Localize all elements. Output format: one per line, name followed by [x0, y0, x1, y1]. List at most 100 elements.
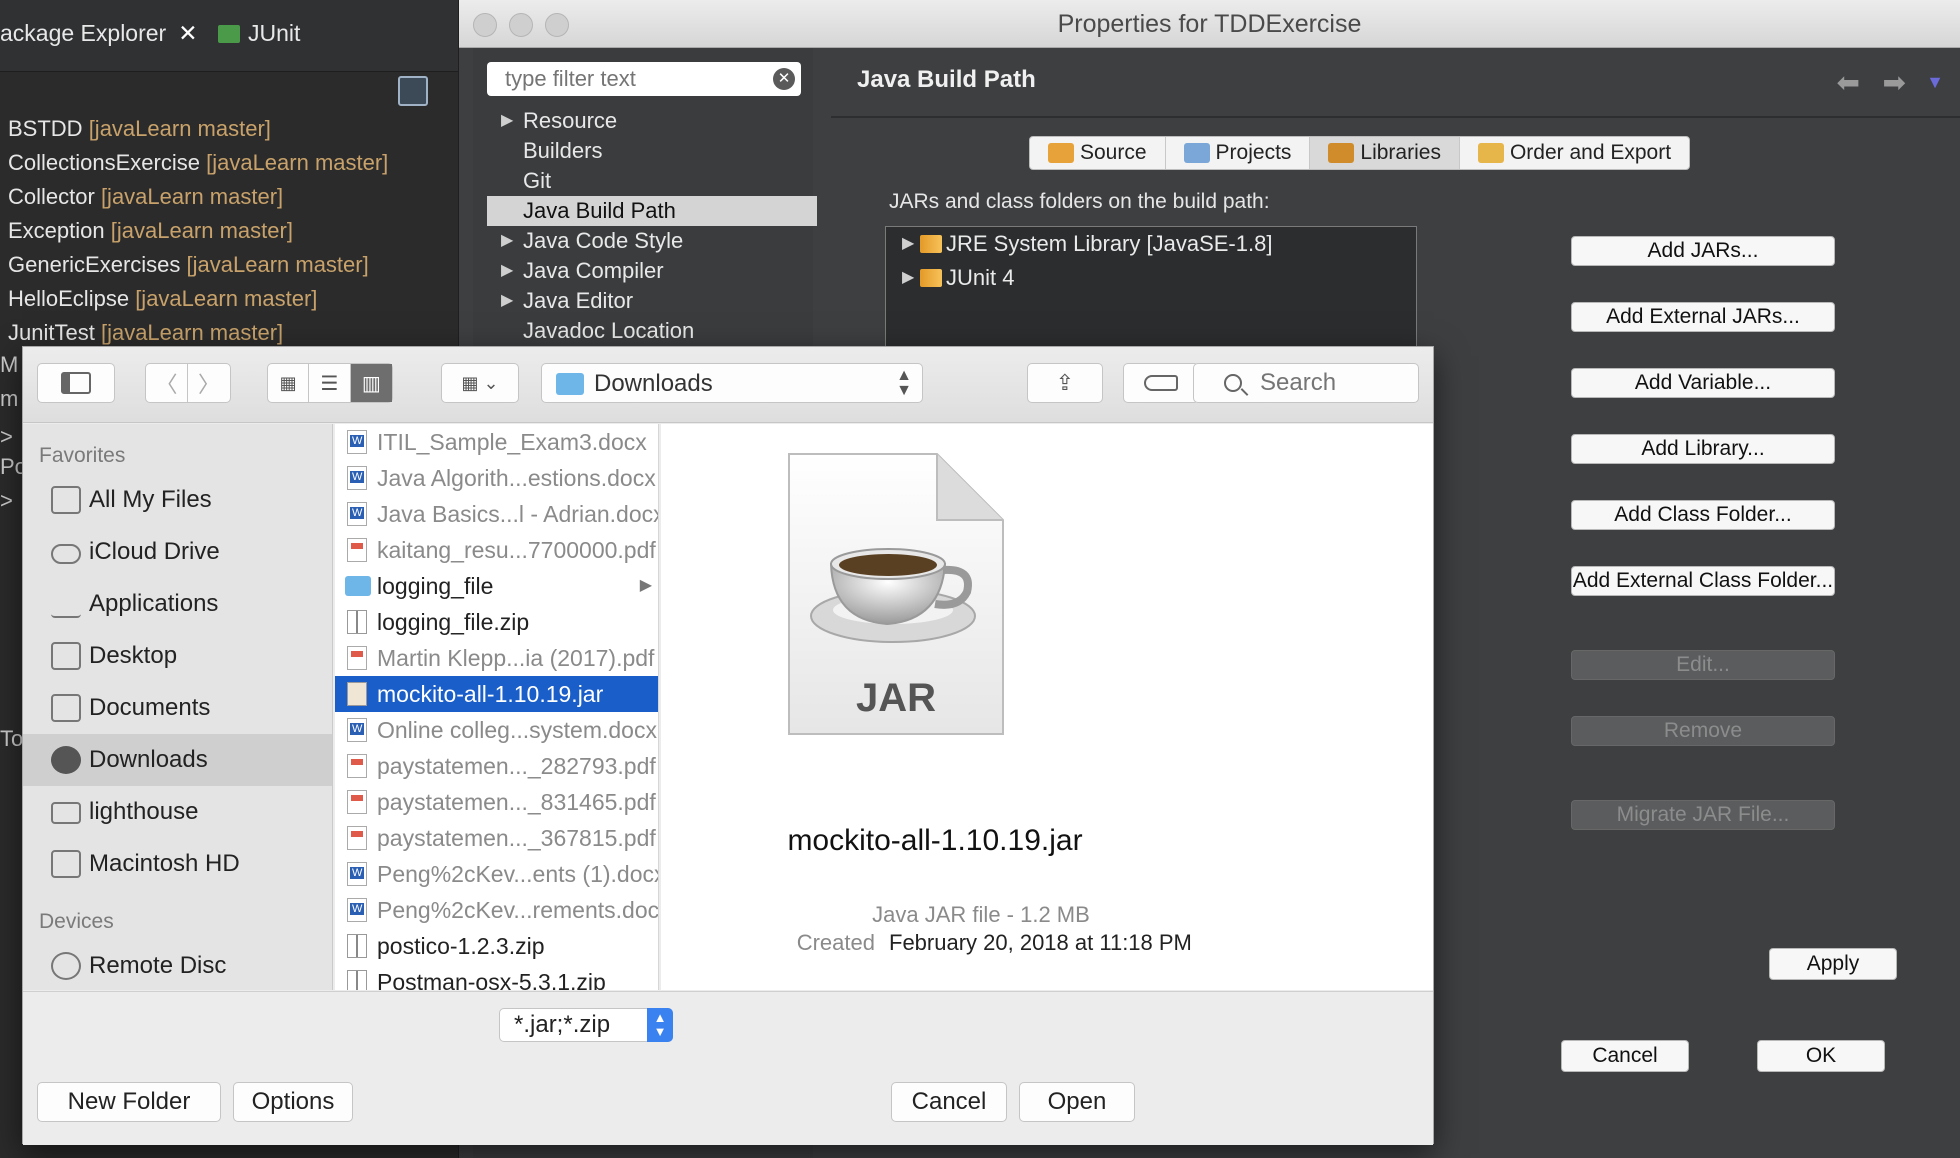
expand-arrow-icon[interactable]: ▶ [501, 256, 513, 286]
tree-item-java-build-path[interactable]: Java Build Path [487, 196, 817, 226]
file-item[interactable]: Online colleg...system.docx [335, 712, 658, 748]
options-button[interactable]: Options [233, 1082, 353, 1122]
view-menu-icon[interactable]: ▼ [1926, 72, 1944, 93]
tags-button[interactable] [1123, 363, 1199, 403]
clear-filter-icon[interactable]: ✕ [773, 68, 795, 90]
collapse-all-icon[interactable] [398, 76, 428, 106]
back-icon[interactable]: 〈 [146, 364, 188, 402]
forward-arrow-icon[interactable]: ➡ [1883, 66, 1906, 99]
project-item[interactable]: JunitTest [javaLearn master] [0, 316, 458, 350]
expand-arrow-icon[interactable]: ▶ [902, 261, 914, 295]
file-item[interactable]: Java Algorith...estions.docx [335, 460, 658, 496]
tree-item-java-compiler[interactable]: ▶ Java Compiler [487, 256, 817, 286]
project-item[interactable]: CollectionsExercise [javaLearn master] [0, 146, 458, 180]
project-item[interactable]: GenericExercises [javaLearn master] [0, 248, 458, 282]
add-library-button[interactable]: Add Library... [1571, 434, 1835, 464]
file-item[interactable]: postico-1.2.3.zip [335, 928, 658, 964]
project-item[interactable]: HelloEclipse [javaLearn master] [0, 282, 458, 316]
library-item[interactable]: ▶ JUnit 4 [886, 261, 1416, 295]
expand-arrow-icon[interactable]: ▶ [501, 286, 513, 316]
apply-button[interactable]: Apply [1769, 948, 1897, 980]
sidebar-item-remote-disc[interactable]: Remote Disc [23, 940, 332, 990]
add-class-folder-button[interactable]: Add Class Folder... [1571, 500, 1835, 530]
tree-item-resource[interactable]: ▶ Resource [487, 106, 817, 136]
tree-item-javadoc-location[interactable]: Javadoc Location [487, 316, 817, 346]
back-arrow-icon[interactable]: ⬅ [1837, 66, 1860, 99]
sidebar-item-lighthouse[interactable]: lighthouse [23, 786, 332, 838]
tab-order-and-export[interactable]: Order and Export [1460, 137, 1689, 169]
file-item-selected[interactable]: mockito-all-1.10.19.jar [335, 676, 658, 712]
file-item[interactable]: paystatemen..._282793.pdf [335, 748, 658, 784]
edit-button[interactable]: Edit... [1571, 650, 1835, 680]
file-item[interactable]: ITIL_Sample_Exam3.docx [335, 424, 658, 460]
share-button[interactable]: ⇪ [1027, 363, 1103, 403]
tree-item-git[interactable]: Git [487, 166, 817, 196]
file-item[interactable]: paystatemen..._831465.pdf [335, 784, 658, 820]
remove-button[interactable]: Remove [1571, 716, 1835, 746]
sidebar-item-label: Downloads [89, 746, 208, 773]
file-column: ITIL_Sample_Exam3.docx Java Algorith...e… [335, 424, 659, 990]
file-item[interactable]: Java Basics...l - Adrian.docx [335, 496, 658, 532]
sidebar-item-desktop[interactable]: Desktop [23, 630, 332, 682]
tab-package-explorer-label: ackage Explorer [0, 20, 167, 46]
sidebar-item-macintosh-hd[interactable]: Macintosh HD [23, 838, 332, 890]
icon-view-icon[interactable]: ▦ [268, 364, 310, 402]
folder-item[interactable]: logging_file ▶ [335, 568, 658, 604]
project-item[interactable]: Exception [javaLearn master] [0, 214, 458, 248]
file-item[interactable]: Peng%2cKev...rements.docx [335, 892, 658, 928]
tab-source[interactable]: Source [1030, 137, 1166, 169]
location-label: Downloads [594, 370, 713, 397]
expand-arrow-icon[interactable]: ▶ [501, 226, 513, 256]
arrange-button[interactable]: ▦ ⌄ [441, 363, 519, 403]
library-item[interactable]: ▶ JRE System Library [JavaSE-1.8] [886, 227, 1416, 261]
add-external-class-folder-button[interactable]: Add External Class Folder... [1571, 566, 1835, 596]
project-item[interactable]: Collector [javaLearn master] [0, 180, 458, 214]
file-type-select[interactable]: *.jar;*.zip ▲ ▼ [499, 1008, 673, 1042]
sidebar-item-downloads[interactable]: Downloads [23, 734, 332, 786]
project-item[interactable]: BSTDD [javaLearn master] [0, 112, 458, 146]
cancel-button[interactable]: Cancel [1561, 1040, 1689, 1072]
file-item[interactable]: Postman-osx-5.3.1.zip [335, 964, 658, 990]
sidebar-toggle-button[interactable] [37, 363, 115, 403]
tab-package-explorer[interactable]: ackage Explorer ✕ [0, 20, 197, 47]
open-button[interactable]: Open [1019, 1082, 1135, 1122]
tree-item-java-code-style[interactable]: ▶ Java Code Style [487, 226, 817, 256]
sidebar-item-applications[interactable]: Applications [23, 578, 332, 630]
word-doc-icon [347, 466, 367, 490]
file-item[interactable]: Martin Klepp...ia (2017).pdf [335, 640, 658, 676]
sidebar-item-label: Applications [89, 590, 219, 617]
location-popup[interactable]: Downloads ▲ ▼ [541, 363, 923, 403]
tree-item-java-editor[interactable]: ▶ Java Editor [487, 286, 817, 316]
file-item[interactable]: paystatemen..._367815.pdf [335, 820, 658, 856]
ok-button[interactable]: OK [1757, 1040, 1885, 1072]
forward-icon[interactable]: 〉 [188, 364, 230, 402]
tab-junit[interactable]: JUnit [218, 20, 300, 47]
tree-item-builders[interactable]: Builders [487, 136, 817, 166]
file-item[interactable]: logging_file.zip [335, 604, 658, 640]
migrate-jar-button[interactable]: Migrate JAR File... [1571, 800, 1835, 830]
tab-libraries[interactable]: Libraries [1310, 137, 1460, 169]
add-external-jars-button[interactable]: Add External JARs... [1571, 302, 1835, 332]
column-view-icon[interactable]: ▥ [350, 364, 393, 402]
sidebar-item-documents[interactable]: Documents [23, 682, 332, 734]
file-item[interactable]: Peng%2cKev...ents (1).docx [335, 856, 658, 892]
list-view-icon[interactable]: ☰ [309, 364, 351, 402]
disc-icon [51, 952, 81, 980]
file-name: kaitang_resu...7700000.pdf [377, 537, 656, 563]
sidebar-item-all-my-files[interactable]: All My Files [23, 474, 332, 526]
add-variable-button[interactable]: Add Variable... [1571, 368, 1835, 398]
tab-projects[interactable]: Projects [1166, 137, 1311, 169]
tree-item-label: Java Code Style [523, 228, 684, 253]
expand-arrow-icon[interactable]: ▶ [902, 227, 914, 261]
new-folder-button[interactable]: New Folder [37, 1082, 221, 1122]
search-input[interactable] [1260, 368, 1410, 398]
expand-arrow-icon[interactable]: ▶ [501, 106, 513, 136]
filter-input[interactable] [487, 62, 757, 96]
sidebar-item-icloud-drive[interactable]: iCloud Drive [23, 526, 332, 578]
add-jars-button[interactable]: Add JARs... [1571, 236, 1835, 266]
close-icon[interactable]: ✕ [178, 20, 197, 46]
file-item[interactable]: kaitang_resu...7700000.pdf [335, 532, 658, 568]
file-name: mockito-all-1.10.19.jar [377, 681, 604, 707]
zip-icon [347, 970, 367, 990]
cancel-button[interactable]: Cancel [891, 1082, 1007, 1122]
